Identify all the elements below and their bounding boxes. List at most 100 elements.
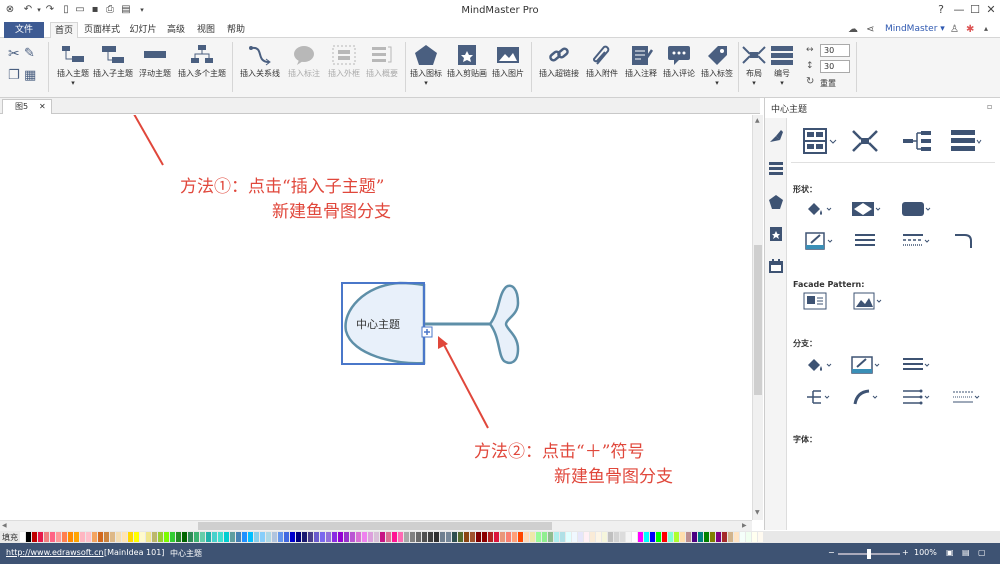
branch-dash-icon[interactable]: [951, 388, 981, 406]
copy-icon[interactable]: ❐: [8, 68, 20, 83]
tree-layout-icon[interactable]: [901, 128, 935, 154]
fit-page-icon[interactable]: ▣: [946, 548, 954, 557]
insert-summary-button[interactable]: 插入概要: [362, 44, 402, 79]
shape-rounded-rect-icon[interactable]: [901, 200, 931, 218]
paste-icon[interactable]: ▦: [24, 68, 36, 83]
website-link[interactable]: http://www.edrawsoft.cn: [6, 548, 104, 557]
scroll-left-icon[interactable]: ◀: [2, 522, 7, 529]
height-spinner[interactable]: 30: [820, 60, 850, 73]
zoom-in-button[interactable]: +: [902, 548, 909, 557]
menu-file[interactable]: 文件: [4, 22, 44, 38]
maximize-button[interactable]: ☐: [968, 3, 982, 17]
insert-hyperlink-button[interactable]: 插入超链接: [536, 44, 582, 79]
menu-slides[interactable]: 幻灯片: [128, 22, 158, 38]
fit-width-icon[interactable]: ▤: [962, 548, 970, 557]
close-button[interactable]: ✕: [984, 3, 998, 17]
line-dash-icon[interactable]: [901, 232, 931, 250]
horizontal-scroll-thumb[interactable]: [198, 522, 552, 530]
cut-icon[interactable]: ✂: [8, 46, 20, 62]
insert-multiple-topics-label: 插入多个主题: [178, 69, 226, 78]
mind-map-layout-icon[interactable]: [851, 128, 885, 154]
insert-callout-label: 插入标注: [288, 69, 320, 78]
reset-icon[interactable]: ↻: [806, 76, 814, 87]
outline-list-icon[interactable]: [768, 160, 784, 176]
insert-attachment-button[interactable]: 插入附件: [584, 44, 620, 79]
vertical-scrollbar[interactable]: ▲ ▼: [752, 115, 763, 520]
insert-boundary-button[interactable]: 插入外框: [324, 44, 364, 79]
insert-attachment-label: 插入附件: [586, 69, 618, 78]
zoom-slider-thumb[interactable]: [867, 549, 871, 559]
branch-line-weight-icon[interactable]: [901, 356, 931, 374]
facade-image-icon[interactable]: [803, 292, 827, 310]
brand-menu[interactable]: MindMaster ▾: [885, 24, 945, 34]
minimize-button[interactable]: —: [952, 3, 966, 17]
help-button[interactable]: ?: [934, 3, 948, 17]
branch-curve-icon[interactable]: [851, 388, 879, 406]
image-icon: [497, 47, 519, 63]
branch-color-icon[interactable]: [851, 356, 881, 374]
insert-image-button[interactable]: 插入图片: [490, 44, 526, 79]
cloud-icon[interactable]: ☁: [848, 24, 858, 35]
reset-button[interactable]: 重置: [820, 78, 836, 89]
insert-callout-button[interactable]: 插入标注: [284, 44, 324, 79]
layout-button[interactable]: 布局 ▾: [740, 44, 768, 87]
branch-connector-icon[interactable]: [805, 388, 833, 406]
insert-multiple-topics-button[interactable]: 插入多个主题: [176, 44, 228, 79]
color-swatch[interactable]: [758, 532, 764, 542]
ribbon-separator: [531, 42, 532, 92]
fullscreen-icon[interactable]: ▢: [978, 548, 986, 557]
share-icon[interactable]: ⋖: [866, 24, 874, 35]
scroll-down-icon[interactable]: ▼: [755, 509, 760, 516]
horizontal-scrollbar[interactable]: ◀ ▶: [0, 520, 752, 531]
zoom-slider[interactable]: [838, 549, 900, 559]
insert-icon-button[interactable]: 插入图标 ▾: [408, 44, 444, 87]
fill-label: 填充: [2, 533, 18, 542]
line-weight-icon[interactable]: [853, 232, 881, 250]
tab-close-icon[interactable]: ✕: [39, 100, 46, 114]
border-color-icon[interactable]: [805, 232, 835, 250]
fill-color-icon[interactable]: [805, 200, 833, 218]
calendar-icon[interactable]: [768, 258, 784, 274]
width-spinner[interactable]: 30: [820, 44, 850, 57]
insert-subtopic-button[interactable]: 插入子主题: [92, 44, 134, 79]
shirt-icon[interactable]: ♙: [950, 24, 959, 35]
settings-icon[interactable]: ✱: [966, 24, 974, 35]
menu-view[interactable]: 视图: [194, 22, 218, 38]
insert-tag-button[interactable]: 插入标签 ▾: [698, 44, 736, 87]
fishbone-layout-icon[interactable]: [803, 128, 837, 154]
insert-note-button[interactable]: 插入注释: [622, 44, 660, 79]
menu-advanced[interactable]: 高级: [164, 22, 188, 38]
format-painter-icon[interactable]: ✎: [24, 46, 35, 61]
list-layout-icon[interactable]: [949, 128, 983, 154]
callout-icon: [294, 46, 314, 65]
panel-pin-icon[interactable]: ▫: [987, 102, 992, 111]
corner-style-icon[interactable]: [953, 232, 977, 250]
branch-arrow-icon[interactable]: [901, 388, 931, 406]
menu-page-style[interactable]: 页面样式: [82, 22, 122, 38]
floating-topic-button[interactable]: 浮动主题: [136, 44, 174, 79]
vertical-scroll-thumb[interactable]: [754, 245, 762, 395]
zoom-out-button[interactable]: −: [828, 548, 835, 557]
format-panel: 中心主题 ▫ 形状： Facade Pattern: 分支： 字体：: [764, 98, 1000, 530]
branch-fill-icon[interactable]: [805, 356, 833, 374]
clipart-panel-icon[interactable]: [768, 226, 784, 242]
mind-map-canvas[interactable]: 中心主题 方法①：点击“插入子主题” 新建鱼骨图分支 方法②：点击“＋”符号 新…: [0, 115, 752, 520]
facade-picture-icon[interactable]: [853, 292, 883, 310]
menu-help[interactable]: 帮助: [224, 22, 248, 38]
menu-home[interactable]: 首页: [50, 22, 78, 39]
insert-relationship-button[interactable]: 插入关系线: [238, 44, 282, 79]
insert-comment-button[interactable]: 插入评论: [660, 44, 698, 79]
style-brush-icon[interactable]: [768, 128, 784, 144]
scroll-up-icon[interactable]: ▲: [755, 117, 760, 124]
numbering-button[interactable]: 编号 ▾: [768, 44, 796, 87]
icon-library-icon[interactable]: [768, 194, 784, 210]
document-tab[interactable]: 图5 ✕: [2, 99, 52, 114]
collapse-ribbon-icon[interactable]: ▴: [984, 24, 988, 33]
branch-section-label: 分支：: [793, 339, 817, 348]
shape-diamond-icon[interactable]: [851, 200, 881, 218]
scroll-right-icon[interactable]: ▶: [742, 522, 747, 529]
link-icon: [549, 47, 569, 62]
insert-topic-button[interactable]: 插入主题 ▾: [54, 44, 92, 87]
central-topic[interactable]: 中心主题: [356, 316, 400, 332]
insert-clipart-button[interactable]: 插入剪贴画: [446, 44, 488, 79]
